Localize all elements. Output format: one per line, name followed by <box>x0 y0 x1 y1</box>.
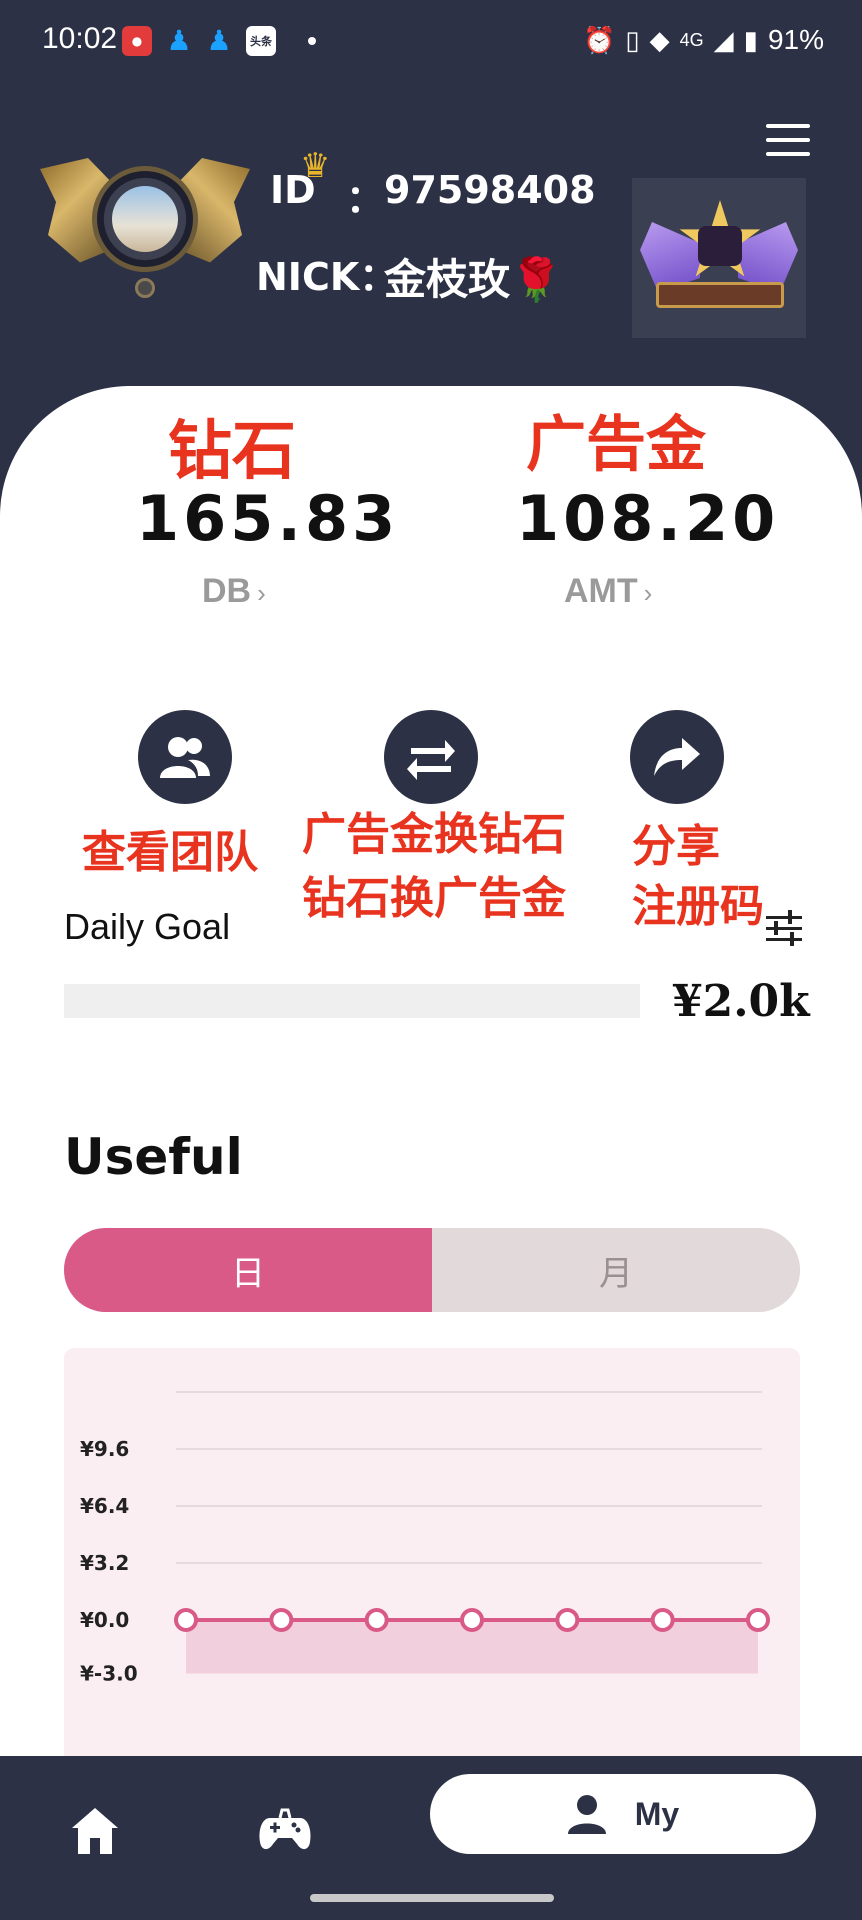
tab-month[interactable]: 月 <box>432 1228 800 1312</box>
share-label-1[interactable]: 分享 <box>632 810 720 874</box>
data-point <box>650 1608 675 1632</box>
diamond-icon <box>698 226 742 266</box>
id-label: ID <box>270 168 316 212</box>
home-indicator <box>310 1894 554 1902</box>
y-tick-label: ¥9.6 <box>80 1437 129 1461</box>
user-icon <box>567 1795 606 1834</box>
nav-game[interactable] <box>258 1808 312 1854</box>
nickname: 金枝玫🌹 <box>384 255 563 304</box>
avatar[interactable] <box>40 148 250 308</box>
battery-icon: ▮ <box>743 24 758 55</box>
nav-home[interactable] <box>70 1806 120 1856</box>
db-unit: DB <box>202 572 252 610</box>
alarm-icon: ⏰ <box>582 24 616 55</box>
earnings-chart: ¥9.6 ¥6.4 ¥3.2 ¥0.0 ¥-3.0 <box>64 1348 800 1756</box>
amt-link[interactable]: AMT › <box>564 572 652 611</box>
y-tick-label: ¥6.4 <box>80 1494 129 1518</box>
nav-my[interactable]: My <box>430 1774 816 1854</box>
share-icon <box>654 738 700 776</box>
useful-title: Useful <box>64 1128 243 1186</box>
daily-goal-amount: ¥2.0k <box>672 976 810 1027</box>
app-icon-red: ● <box>122 26 152 56</box>
share-label-2[interactable]: 注册码 <box>632 870 764 934</box>
system-status: ⏰ ▯ ◆ 4G ◢ ▮ 91% <box>583 24 824 56</box>
y-tick-label: ¥3.2 <box>80 1551 129 1575</box>
exchange-button[interactable] <box>384 710 478 804</box>
data-point <box>364 1608 389 1632</box>
db-balance: 165.83 <box>136 482 400 555</box>
gamepad-icon <box>259 1808 311 1850</box>
nav-my-label: My <box>634 1795 680 1832</box>
network-type: 4G <box>679 29 704 50</box>
chevron-right-icon: › <box>643 578 653 608</box>
settings-sliders-icon[interactable] <box>764 910 804 946</box>
qq-icon: ♟ <box>206 24 232 57</box>
y-tick-label: ¥0.0 <box>80 1608 129 1632</box>
period-toggle: 日 月 <box>64 1228 800 1312</box>
diamond-title: 钻石 <box>168 415 296 489</box>
id-colon: ： <box>346 177 385 221</box>
toutiao-icon: 头条 <box>246 26 276 56</box>
main-card: 钻石 广告金 165.83 108.20 DB › AMT › 查看团队 广告金换钻… <box>0 386 862 1756</box>
signal-icon: ◢ <box>713 24 734 55</box>
daily-goal-label: Daily Goal <box>64 906 231 947</box>
db-link[interactable]: DB › <box>202 572 266 611</box>
profile-header: ♛ ID ： 97598408 NICK： 金枝玫🌹 <box>0 88 862 388</box>
tab-day[interactable]: 日 <box>64 1228 432 1312</box>
data-point <box>269 1608 294 1632</box>
team-label[interactable]: 查看团队 <box>82 816 258 880</box>
daily-goal-progress <box>64 984 640 1018</box>
rank-badge[interactable] <box>632 178 806 338</box>
ad-gold-title: 广告金 <box>526 410 706 480</box>
data-point <box>746 1608 770 1632</box>
amt-unit: AMT <box>564 572 638 610</box>
share-button[interactable] <box>630 710 724 804</box>
line-chart: ¥9.6 ¥6.4 ¥3.2 ¥0.0 ¥-3.0 <box>80 1391 770 1685</box>
notification-icons: ● ♟ ♟ 头条 <box>122 26 316 56</box>
chevron-right-icon: › <box>257 578 266 608</box>
wifi-icon: ◆ <box>649 24 670 55</box>
exchange-label-2[interactable]: 钻石换广告金 <box>302 862 566 926</box>
badge-ribbon <box>656 282 784 308</box>
status-time: 10:02 <box>42 22 118 55</box>
avatar-image <box>112 186 178 252</box>
bottom-nav: My <box>0 1756 862 1920</box>
vibrate-icon: ▯ <box>625 24 640 55</box>
menu-icon[interactable] <box>766 124 810 156</box>
user-id: 97598408 <box>384 168 596 212</box>
amt-balance: 108.20 <box>516 482 780 555</box>
y-tick-label: ¥-3.0 <box>80 1661 138 1685</box>
qq-icon: ♟ <box>166 24 192 57</box>
avatar-base-gem <box>135 278 155 298</box>
data-point <box>174 1608 198 1632</box>
home-icon <box>72 1808 118 1854</box>
data-point <box>460 1608 484 1632</box>
exchange-label-1[interactable]: 广告金换钻石 <box>302 798 566 862</box>
swap-icon <box>407 740 455 780</box>
battery-level: 91% <box>767 24 824 55</box>
status-bar: 10:02 ● ♟ ♟ 头条 ⏰ ▯ ◆ 4G ◢ ▮ 91% <box>0 0 862 88</box>
nick-label: NICK： <box>256 255 398 299</box>
data-point <box>555 1608 580 1632</box>
more-notifications-dot <box>308 37 316 45</box>
team-button[interactable] <box>138 710 232 804</box>
team-icon <box>160 737 210 778</box>
